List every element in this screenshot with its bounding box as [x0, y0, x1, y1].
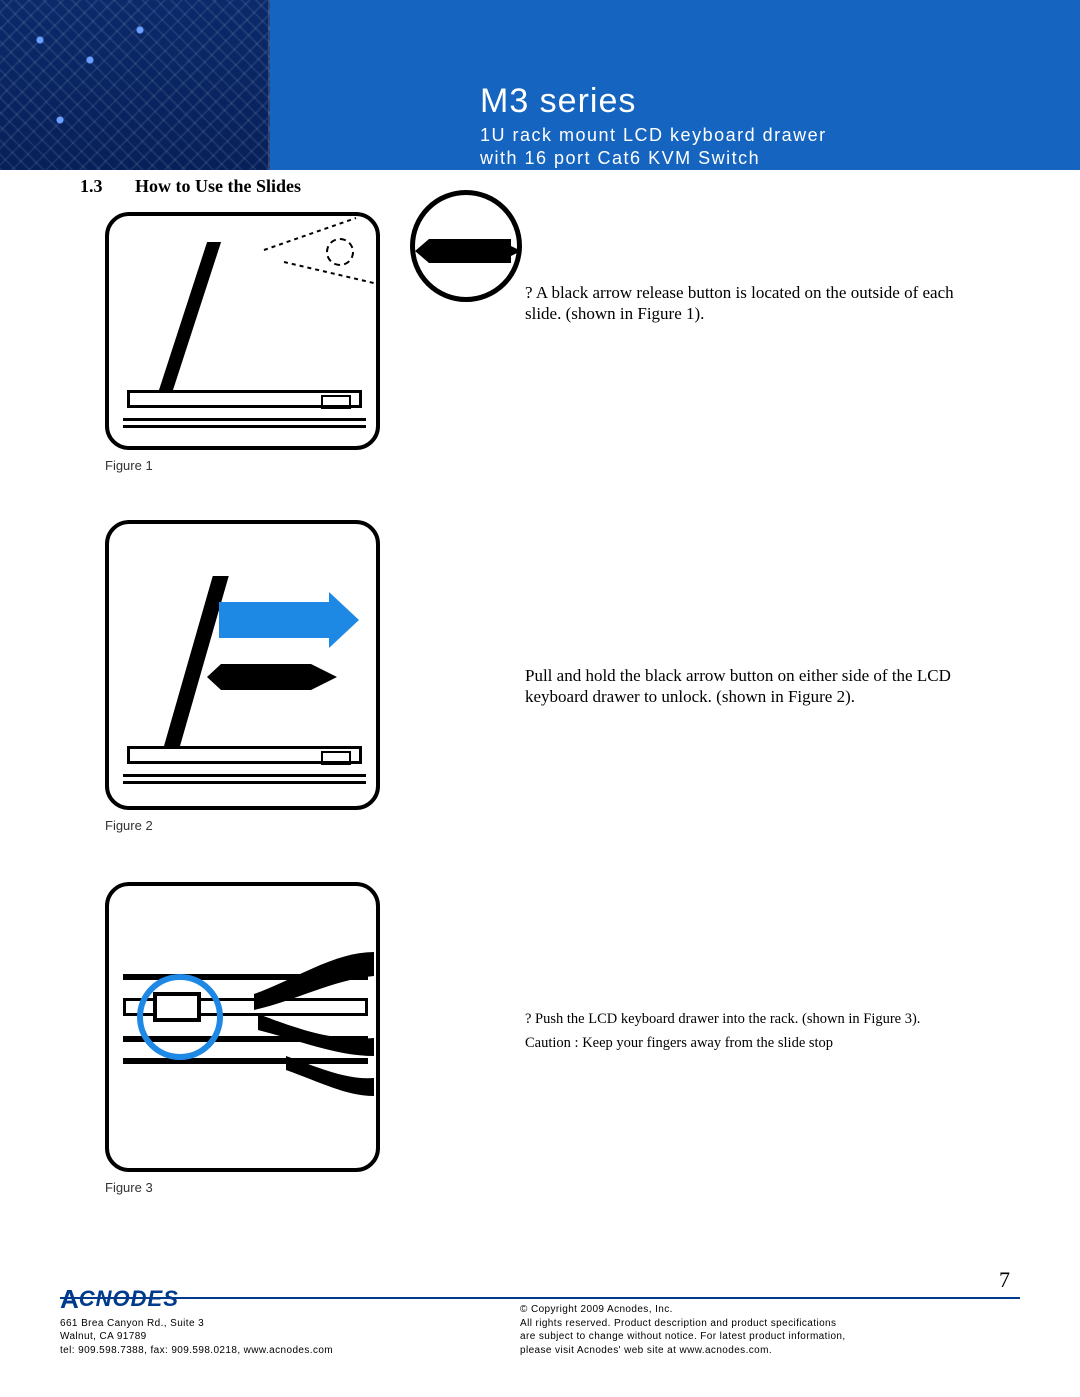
hand-icon [224, 946, 374, 1096]
figure-1-description: ? A black arrow release button is locate… [525, 282, 955, 325]
figure-3-desc-line1: ? Push the LCD keyboard drawer into the … [525, 1010, 945, 1028]
brand-logo-text: CNODES [79, 1286, 179, 1311]
figure-3-desc-line2: Caution : Keep your fingers away from th… [525, 1034, 945, 1052]
figure-1-leader-line [228, 214, 378, 364]
figure-2-illustration [105, 520, 380, 810]
page-number: 7 [999, 1267, 1010, 1293]
figure-row-1: Figure 1 ? A black arrow release button … [105, 212, 975, 487]
page: M3 series 1U rack mount LCD keyboard dra… [0, 0, 1080, 1397]
header-circuit-image [0, 0, 270, 170]
addr-line2: Walnut, CA 91789 [60, 1330, 333, 1344]
doc-series-title: M3 series [480, 82, 636, 121]
header-band: M3 series 1U rack mount LCD keyboard dra… [0, 0, 1080, 170]
section-heading: 1.3 How to Use the Slides [80, 176, 301, 197]
addr-line3: tel: 909.598.7388, fax: 909.598.0218, ww… [60, 1344, 333, 1358]
figure-3-caption: Figure 3 [105, 1180, 380, 1195]
figure-1-callout-circle [410, 190, 522, 302]
figure-1-illustration [105, 212, 380, 450]
figure-2-description: Pull and hold the black arrow button on … [525, 665, 955, 708]
footer-address: 661 Brea Canyon Rd., Suite 3 Walnut, CA … [60, 1317, 333, 1358]
blue-arrow-icon [219, 602, 329, 638]
brand-logo: ACNODES [60, 1284, 333, 1315]
figure-row-2: Figure 2 Pull and hold the black arrow b… [105, 520, 975, 845]
figure-1-wrap: Figure 1 [105, 212, 380, 473]
footer-left: ACNODES 661 Brea Canyon Rd., Suite 3 Wal… [60, 1284, 333, 1358]
footer-right: © Copyright 2009 Acnodes, Inc. All right… [520, 1303, 1020, 1357]
black-arrow-button-icon [221, 664, 311, 690]
black-arrow-button-icon [429, 239, 511, 263]
figure-1-caption: Figure 1 [105, 458, 380, 473]
addr-line1: 661 Brea Canyon Rd., Suite 3 [60, 1317, 333, 1331]
subtitle-line2: with 16 port Cat6 KVM Switch [480, 148, 760, 168]
copy-line2: All rights reserved. Product description… [520, 1317, 1020, 1331]
copy-line3: are subject to change without notice. Fo… [520, 1330, 1020, 1344]
highlight-ring-icon [137, 974, 223, 1060]
figure-3-illustration [105, 882, 380, 1172]
figure-2-wrap: Figure 2 [105, 520, 380, 833]
copy-line1: © Copyright 2009 Acnodes, Inc. [520, 1303, 1020, 1317]
figure-2-caption: Figure 2 [105, 818, 380, 833]
section-number: 1.3 [80, 176, 103, 196]
section-title: How to Use the Slides [135, 176, 301, 196]
doc-series-subtitle: 1U rack mount LCD keyboard drawer with 1… [480, 124, 827, 169]
copy-line4: please visit Acnodes' web site at www.ac… [520, 1344, 1020, 1358]
brand-logo-mark: A [60, 1284, 79, 1315]
figure-3-description: ? Push the LCD keyboard drawer into the … [525, 1010, 945, 1052]
figure-3-wrap: Figure 3 [105, 882, 380, 1195]
subtitle-line1: 1U rack mount LCD keyboard drawer [480, 125, 827, 145]
figure-row-3: Figure 3 ? Push the LCD keyboard drawer … [105, 882, 975, 1207]
